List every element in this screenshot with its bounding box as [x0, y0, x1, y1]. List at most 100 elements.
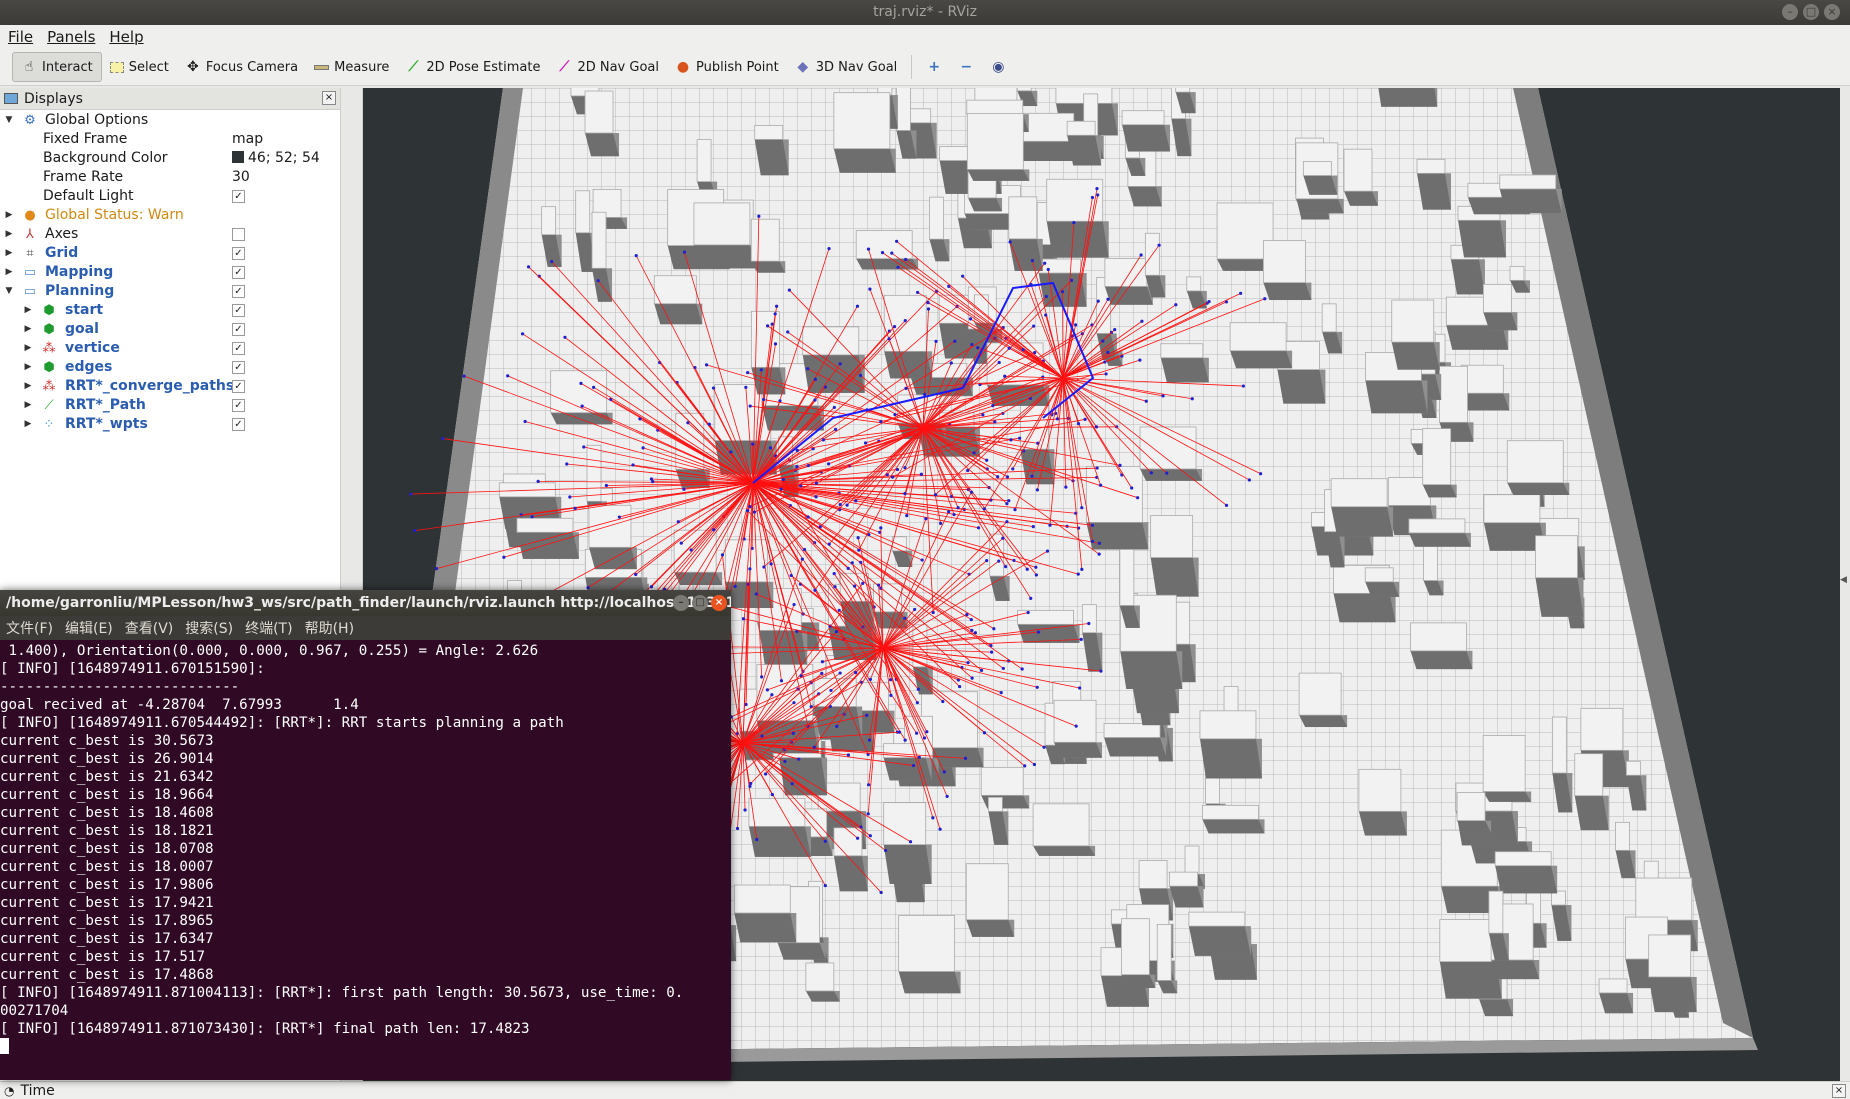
- menu-panels[interactable]: Panels: [47, 28, 95, 46]
- minimize-icon[interactable]: –: [1782, 4, 1798, 20]
- collapse-arrow-icon[interactable]: ◀: [1840, 575, 1847, 585]
- expand-right-icon[interactable]: ▶: [3, 263, 15, 282]
- fixed-frame-value[interactable]: map: [232, 130, 263, 149]
- pose-estimate-button[interactable]: ⟋ 2D Pose Estimate: [397, 52, 548, 82]
- publish-point-button[interactable]: ● Publish Point: [667, 52, 787, 82]
- tree-grid[interactable]: ▶ ⌗ Grid ✓: [0, 244, 340, 263]
- term-menu-help[interactable]: 帮助(H): [305, 618, 354, 638]
- tree-vertex: [748, 567, 752, 571]
- tree-vertex: [707, 422, 711, 426]
- expand-right-icon[interactable]: ▶: [22, 415, 34, 434]
- rrt-wpts-checkbox[interactable]: ✓: [232, 418, 245, 431]
- background-color-value[interactable]: 46; 52; 54: [232, 149, 320, 168]
- term-menu-edit[interactable]: 编辑(E): [65, 618, 113, 638]
- tree-rrt-path[interactable]: ▶ ⟋ RRT*_Path ✓: [0, 396, 340, 415]
- interact-tool-button[interactable]: ☝ Interact: [12, 52, 102, 82]
- term-menu-file[interactable]: 文件(F): [6, 618, 53, 638]
- close-icon[interactable]: ×: [1824, 4, 1840, 20]
- measure-button[interactable]: Measure: [306, 52, 397, 82]
- magenta-arrow-icon: ⟋: [559, 59, 570, 75]
- term-menu-terminal[interactable]: 终端(T): [245, 618, 292, 638]
- tree-goal[interactable]: ▶ ⬢ goal ✓: [0, 320, 340, 339]
- tree-rrt-wpts[interactable]: ▶ ⁘ RRT*_wpts ✓: [0, 415, 340, 434]
- nav-goal-2d-button[interactable]: ⟋ 2D Nav Goal: [548, 52, 667, 82]
- rrt-path-label: RRT*_Path: [65, 397, 146, 413]
- planning-checkbox[interactable]: ✓: [232, 285, 245, 298]
- tree-vertex: [903, 616, 907, 620]
- expand-right-icon[interactable]: ▶: [3, 244, 15, 263]
- nav-goal-3d-button[interactable]: ◆ 3D Nav Goal: [787, 52, 906, 82]
- remove-tool-button[interactable]: −: [950, 52, 982, 82]
- tree-vertex: [904, 386, 908, 390]
- expand-right-icon[interactable]: ▶: [22, 358, 34, 377]
- select-tool-button[interactable]: Select: [102, 52, 177, 82]
- maximize-icon[interactable]: □: [1803, 4, 1819, 20]
- tree-edges[interactable]: ▶ ⬢ edges ✓: [0, 358, 340, 377]
- expand-right-icon[interactable]: ▶: [3, 225, 15, 244]
- close-icon[interactable]: ×: [711, 595, 727, 611]
- frame-rate-value[interactable]: 30: [232, 168, 250, 187]
- tree-vertex: [1103, 360, 1107, 364]
- focus-camera-button[interactable]: ✥ Focus Camera: [177, 52, 306, 82]
- tree-vertex: [586, 586, 590, 590]
- expand-down-icon[interactable]: ▼: [3, 282, 15, 301]
- expand-right-icon[interactable]: ▶: [3, 206, 15, 225]
- vertice-checkbox[interactable]: ✓: [232, 342, 245, 355]
- point-cloud-icon: ⁘: [43, 417, 55, 432]
- start-checkbox[interactable]: ✓: [232, 304, 245, 317]
- time-label: Time: [20, 1082, 55, 1099]
- expand-right-icon[interactable]: ▶: [22, 377, 34, 396]
- terminal-titlebar[interactable]: /home/garronliu/MPLesson/hw3_ws/src/path…: [0, 590, 731, 616]
- tree-start[interactable]: ▶ ⬢ start ✓: [0, 301, 340, 320]
- edges-checkbox[interactable]: ✓: [232, 361, 245, 374]
- prop-background-color[interactable]: Background Color 46; 52; 54: [0, 149, 340, 168]
- tree-vertex: [868, 287, 872, 291]
- term-menu-search[interactable]: 搜索(S): [185, 618, 233, 638]
- tree-vertice[interactable]: ▶ ⁂ vertice ✓: [0, 339, 340, 358]
- tree-mapping[interactable]: ▶ ▭ Mapping ✓: [0, 263, 340, 282]
- tree-vertex: [1144, 399, 1148, 403]
- tree-vertex: [1099, 483, 1103, 487]
- tree-vertex: [818, 525, 822, 529]
- tree-vertex: [961, 274, 965, 278]
- tree-global-status[interactable]: ▶ ● Global Status: Warn: [0, 206, 340, 225]
- rrt-converge-checkbox[interactable]: ✓: [232, 380, 245, 393]
- default-light-checkbox[interactable]: ✓: [232, 190, 245, 203]
- expand-right-icon[interactable]: ▶: [22, 301, 34, 320]
- prop-fixed-frame[interactable]: Fixed Frame map: [0, 130, 340, 149]
- menu-file[interactable]: File: [8, 28, 33, 46]
- close-panel-icon[interactable]: ×: [1832, 1084, 1846, 1098]
- tree-global-options[interactable]: ▼ ⚙ Global Options: [0, 111, 340, 130]
- menu-help[interactable]: Help: [109, 28, 143, 46]
- terminal-output[interactable]: 1.400), Orientation(0.000, 0.000, 0.967,…: [0, 640, 731, 1080]
- prop-default-light[interactable]: Default Light ✓: [0, 187, 340, 206]
- tree-vertex: [879, 890, 883, 895]
- terminal-line: [ INFO] [1648974911.871073430]: [RRT*] f…: [0, 1021, 530, 1037]
- grid-checkbox[interactable]: ✓: [232, 247, 245, 260]
- maximize-icon[interactable]: □: [692, 595, 708, 611]
- mapping-checkbox[interactable]: ✓: [232, 266, 245, 279]
- color-swatch: [232, 151, 244, 163]
- tree-vertex: [997, 559, 1001, 563]
- view-options-button[interactable]: ◉: [982, 52, 1014, 82]
- window-title: traj.rviz* - RViz: [873, 4, 977, 20]
- terminal-window[interactable]: /home/garronliu/MPLesson/hw3_ws/src/path…: [0, 590, 731, 1080]
- rrt-path-checkbox[interactable]: ✓: [232, 399, 245, 412]
- term-menu-view[interactable]: 查看(V): [125, 618, 174, 638]
- tree-vertex: [850, 561, 854, 565]
- expand-right-icon[interactable]: ▶: [22, 396, 34, 415]
- tree-planning[interactable]: ▼ ▭ Planning ✓: [0, 282, 340, 301]
- prop-frame-rate[interactable]: Frame Rate 30: [0, 168, 340, 187]
- add-tool-button[interactable]: +: [918, 52, 950, 82]
- close-panel-icon[interactable]: ×: [322, 91, 336, 105]
- expand-right-icon[interactable]: ▶: [22, 339, 34, 358]
- expand-down-icon[interactable]: ▼: [3, 111, 15, 130]
- tree-axes[interactable]: ▶ ⅄ Axes: [0, 225, 340, 244]
- tree-vertex: [896, 265, 900, 269]
- expand-right-icon[interactable]: ▶: [22, 320, 34, 339]
- tree-vertex: [579, 381, 583, 385]
- axes-checkbox[interactable]: [232, 228, 245, 241]
- goal-checkbox[interactable]: ✓: [232, 323, 245, 336]
- tree-rrt-converge[interactable]: ▶ ⁂ RRT*_converge_paths ✓: [0, 377, 340, 396]
- minimize-icon[interactable]: –: [673, 595, 689, 611]
